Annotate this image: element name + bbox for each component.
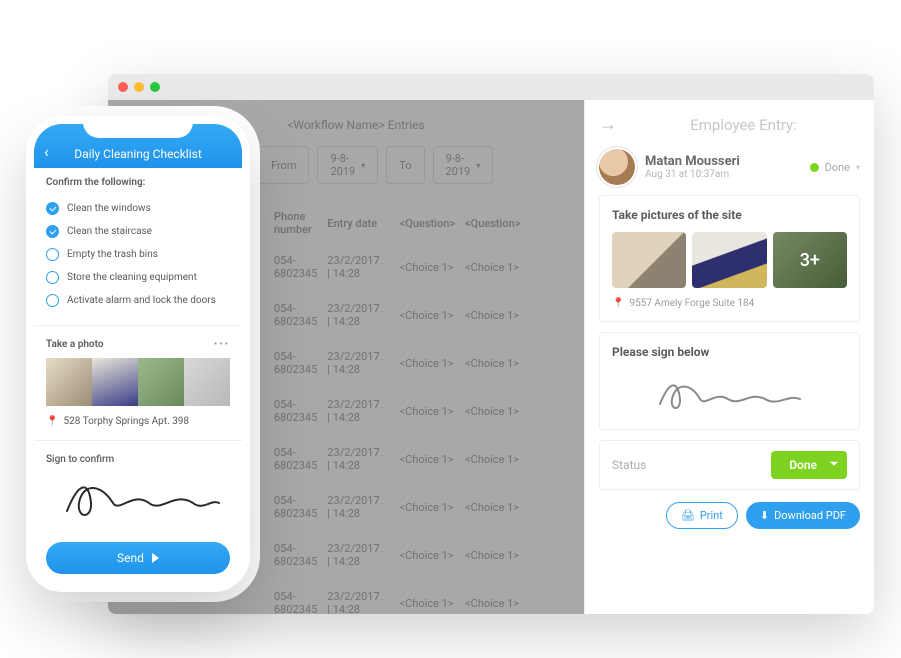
pin-icon: 📍 — [612, 298, 624, 309]
photo-thumb[interactable] — [46, 358, 92, 406]
signature-graphic[interactable] — [53, 471, 223, 525]
address-row: 📍 9557 Amely Forge Suite 184 — [612, 298, 847, 309]
photos-title: Take pictures of the site — [612, 208, 847, 222]
avatar — [599, 149, 635, 185]
app-title: Daily Cleaning Checklist — [74, 147, 202, 161]
checkbox-unchecked-icon[interactable] — [46, 294, 59, 307]
photo-thumb[interactable] — [184, 358, 230, 406]
signature-graphic — [650, 369, 810, 417]
checklist-item[interactable]: Clean the windows — [46, 197, 230, 220]
photo-thumb[interactable] — [92, 358, 138, 406]
download-icon: ⬇ — [760, 509, 769, 522]
pin-icon: 📍 — [46, 416, 58, 427]
checkbox-checked-icon[interactable] — [46, 202, 59, 215]
status-row: Status Done — [599, 440, 860, 490]
photo-heading: Take a photo — [46, 339, 104, 350]
signature-card: Please sign below — [599, 332, 860, 430]
status-dot-icon — [810, 163, 819, 172]
back-arrow-icon[interactable]: → — [599, 114, 617, 135]
checkbox-unchecked-icon[interactable] — [46, 248, 59, 261]
checklist-item[interactable]: Empty the trash bins — [46, 243, 230, 266]
panel-title: Employee Entry: — [627, 116, 860, 134]
browser-chrome — [108, 74, 874, 100]
traffic-lights — [118, 82, 160, 92]
sign-heading: Sign to confirm — [46, 454, 230, 465]
print-icon: 🖨 — [681, 509, 695, 522]
checkbox-unchecked-icon[interactable] — [46, 271, 59, 284]
photo-thumb[interactable] — [612, 232, 686, 288]
print-button[interactable]: 🖨 Print — [666, 502, 738, 529]
employee-timestamp: Aug 31 at 10:37am — [645, 169, 740, 180]
zoom-dot[interactable] — [150, 82, 160, 92]
checklist-label: Activate alarm and lock the doors — [67, 295, 216, 306]
more-icon[interactable]: ••• — [214, 339, 230, 350]
phone-notch — [83, 116, 193, 138]
photo-thumb[interactable] — [138, 358, 184, 406]
photo-grid — [46, 358, 230, 406]
phone-mockup: ‹ Daily Cleaning Checklist Confirm the f… — [26, 116, 250, 592]
send-icon — [152, 553, 159, 563]
signature-title: Please sign below — [612, 345, 847, 359]
photos-card: Take pictures of the site 3+ 📍 9557 Amel… — [599, 195, 860, 322]
checklist-label: Clean the staircase — [67, 226, 152, 237]
status-label: Status — [612, 458, 646, 472]
location-row: 📍 528 Torphy Springs Apt. 398 — [46, 416, 230, 427]
employee-name: Matan Mousseri — [645, 154, 740, 169]
entry-detail-panel: → Employee Entry: Matan Mousseri Aug 31 … — [584, 100, 874, 614]
photo-thumb-more[interactable]: 3+ — [773, 232, 847, 288]
checklist-label: Store the cleaning equipment — [67, 272, 197, 283]
status-indicator[interactable]: Done ▾ — [810, 161, 860, 174]
close-dot[interactable] — [118, 82, 128, 92]
photo-thumb[interactable] — [692, 232, 766, 288]
minimize-dot[interactable] — [134, 82, 144, 92]
checklist-item[interactable]: Clean the staircase — [46, 220, 230, 243]
send-button[interactable]: Send — [46, 542, 230, 574]
confirm-heading: Confirm the following: — [46, 177, 230, 188]
checkbox-checked-icon[interactable] — [46, 225, 59, 238]
checklist-item[interactable]: Store the cleaning equipment — [46, 266, 230, 289]
checklist-item[interactable]: Activate alarm and lock the doors — [46, 289, 230, 312]
checklist-label: Clean the windows — [67, 203, 151, 214]
download-pdf-button[interactable]: ⬇ Download PDF — [746, 502, 860, 529]
back-chevron-icon[interactable]: ‹ — [44, 142, 49, 161]
more-count-overlay: 3+ — [773, 232, 847, 288]
status-dropdown[interactable]: Done — [771, 451, 847, 479]
checklist-label: Empty the trash bins — [67, 249, 158, 260]
